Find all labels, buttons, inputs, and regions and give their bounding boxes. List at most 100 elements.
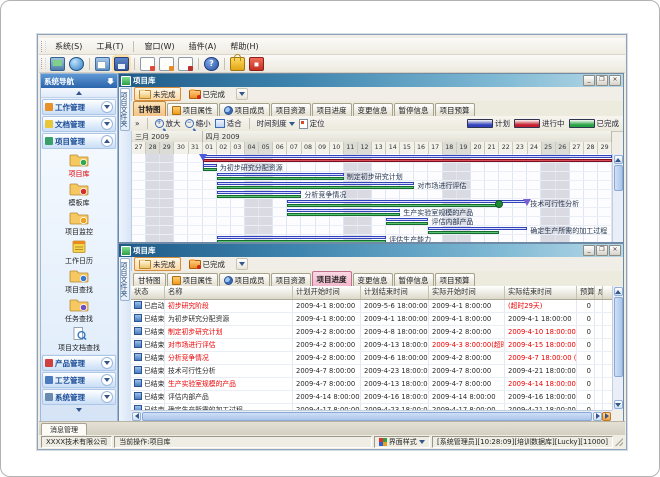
sidebar-item-项目库[interactable]: 项目库 [69, 152, 90, 179]
tab-项目属性[interactable]: 项目属性 [167, 103, 218, 116]
menu-item-2[interactable]: 窗口(W) [137, 40, 181, 53]
project-folder-side-tab[interactable]: 项目文件夹 [120, 258, 130, 301]
sidebar-section-工艺管理[interactable]: 工艺管理 [42, 372, 116, 388]
gantt-bar-生产实验室规模的产品[interactable] [287, 209, 400, 217]
table-vertical-scrollbar[interactable] [612, 286, 623, 410]
filter-overflow-button[interactable] [236, 258, 248, 270]
table-row[interactable]: 已启动初步研究阶段2009-4-1 8:00:002009-5-6 18:00:… [131, 300, 612, 313]
report-delete-icon[interactable] [178, 57, 193, 71]
sidebar-section-工作管理[interactable]: 工作管理 [42, 99, 116, 115]
filter-已完成[interactable]: 已完成 [184, 257, 231, 271]
scroll-up-button[interactable] [614, 287, 623, 296]
project-folder-side-tab[interactable]: 项目文件夹 [120, 88, 130, 131]
table-row[interactable]: 已结束制定初步研究计划2009-4-2 8:00:002009-4-8 18:0… [131, 326, 612, 339]
sidebar-item-项目查找[interactable]: 项目查找 [65, 268, 93, 295]
tab-项目属性[interactable]: 项目属性 [167, 273, 218, 286]
column-header-状态[interactable]: 状态 [131, 286, 165, 299]
table-window-titlebar[interactable]: 项目库 _ ❐ × [119, 244, 623, 257]
timescale-button[interactable]: 时间刻度 [257, 118, 295, 129]
tab-项目成员[interactable]: 项目成员 [219, 273, 270, 286]
gantt-bar-制定初步研究计划[interactable] [217, 173, 344, 181]
tab-项目资源[interactable]: 项目资源 [271, 103, 311, 116]
tab-项目成员[interactable]: 项目成员 [219, 103, 270, 116]
gantt-bar-技术可行性分析[interactable] [287, 200, 527, 208]
report-edit-icon[interactable] [159, 57, 174, 71]
column-header-计划结束时间[interactable]: 计划结束时间 [361, 286, 429, 299]
sidebar-section-文档管理[interactable]: 文档管理 [42, 116, 116, 132]
column-header-成[interactable]: 成 [595, 286, 603, 299]
collapse-section-button[interactable] [101, 135, 113, 147]
minimize-button[interactable]: _ [583, 75, 595, 86]
table-row[interactable]: 已结束分析竞争情况2009-4-2 8:00:002009-4-6 18:00:… [131, 352, 612, 365]
filter-未完成[interactable]: 未完成 [134, 257, 181, 271]
tab-message-management[interactable]: 消息管理 [41, 423, 87, 435]
sidebar-section-系统管理[interactable]: 系统管理 [42, 389, 116, 405]
toolbar-grip[interactable] [41, 58, 46, 69]
tab-甘特图[interactable]: 甘特图 [133, 273, 166, 286]
gantt-vertical-scrollbar[interactable] [612, 154, 623, 242]
more-tools-button[interactable]: » [135, 119, 140, 128]
menu-item-3[interactable]: 插件(A) [182, 40, 224, 53]
tab-暂停信息[interactable]: 暂停信息 [394, 273, 434, 286]
scroll-left-button[interactable] [132, 412, 141, 421]
zoom-in-button[interactable]: +放大 [155, 118, 181, 129]
menu-item-1[interactable]: 工具(T) [89, 40, 130, 53]
sidebar-section-项目管理[interactable]: 项目管理 [42, 133, 116, 149]
help-icon[interactable] [204, 57, 219, 71]
table-row[interactable]: 已结束为初步研究分配资源2009-4-1 8:00:002009-4-1 18:… [131, 313, 612, 326]
expand-section-button[interactable] [101, 118, 113, 130]
pin-icon[interactable] [107, 78, 114, 85]
restore-button[interactable]: ❐ [596, 245, 608, 256]
table-row[interactable]: 已结束技术可行性分析2009-4-7 8:00:002009-4-23 18:0… [131, 365, 612, 378]
filter-overflow-button[interactable] [236, 88, 248, 100]
expand-section-button[interactable] [101, 374, 113, 386]
sidebar-item-项目监控[interactable]: 项目监控 [65, 210, 93, 237]
table-row[interactable]: 已结束生产实验室规模的产品2009-4-7 8:00:002009-4-13 1… [131, 378, 612, 391]
scroll-thumb[interactable] [614, 297, 623, 377]
report-add-icon[interactable] [140, 57, 155, 71]
gantt-bar-对市场进行评估[interactable] [217, 182, 415, 190]
expand-section-button[interactable] [101, 101, 113, 113]
tab-甘特图[interactable]: 甘特图 [133, 101, 166, 116]
tab-项目进度[interactable]: 项目进度 [312, 271, 352, 286]
column-header-实际结束时间[interactable]: 实际结束时间 [505, 286, 577, 299]
scroll-right-button[interactable] [593, 412, 602, 421]
scroll-thumb[interactable] [142, 412, 592, 421]
globe-icon[interactable] [69, 57, 84, 71]
folder-open-icon[interactable] [95, 57, 110, 71]
locate-button[interactable]: 定位 [299, 118, 325, 129]
column-header-实际开始时间[interactable]: 实际开始时间 [429, 286, 505, 299]
scroll-thumb[interactable] [614, 165, 623, 191]
exit-icon[interactable] [249, 57, 264, 71]
tab-项目进度[interactable]: 项目进度 [312, 103, 352, 116]
resize-grip[interactable] [615, 438, 623, 446]
sidebar-item-任务查找[interactable]: 任务查找 [65, 297, 93, 324]
tab-项目预算[interactable]: 项目预算 [435, 273, 475, 286]
gantt-bar-确定生产所需的加工过程[interactable] [428, 227, 527, 235]
close-button[interactable]: × [609, 75, 621, 86]
expand-section-button[interactable] [101, 391, 113, 403]
tab-项目资源[interactable]: 项目资源 [271, 273, 311, 286]
close-button[interactable]: × [609, 245, 621, 256]
table-horizontal-scrollbar[interactable] [131, 410, 612, 421]
minimize-button[interactable]: _ [583, 245, 595, 256]
sidebar-section-产品管理[interactable]: 产品管理 [42, 355, 116, 371]
table-row[interactable]: 已结束对市场进行评估2009-4-2 8:00:002009-4-13 18:0… [131, 339, 612, 352]
menu-item-4[interactable]: 帮助(H) [223, 40, 265, 53]
expand-section-button[interactable] [101, 357, 113, 369]
filter-已完成[interactable]: 已完成 [184, 87, 231, 101]
column-header-名称[interactable]: 名称 [165, 286, 293, 299]
jump-right-button[interactable] [602, 412, 611, 421]
gantt-bar-分析竞争情况[interactable] [217, 191, 302, 199]
tab-变更信息[interactable]: 变更信息 [353, 273, 393, 286]
tab-暂停信息[interactable]: 暂停信息 [394, 103, 434, 116]
column-header-计划开始时间[interactable]: 计划开始时间 [293, 286, 361, 299]
restore-button[interactable]: ❐ [596, 75, 608, 86]
menu-item-0[interactable]: 系统(S) [48, 40, 89, 53]
zoom-out-button[interactable]: −缩小 [185, 118, 211, 129]
tab-项目预算[interactable]: 项目预算 [435, 103, 475, 116]
menu-grip[interactable] [41, 41, 46, 52]
gantt-bar-评估内部产品[interactable] [386, 218, 428, 226]
fit-button[interactable]: 适合 [215, 118, 242, 129]
gantt-bar-summary[interactable] [203, 155, 612, 163]
